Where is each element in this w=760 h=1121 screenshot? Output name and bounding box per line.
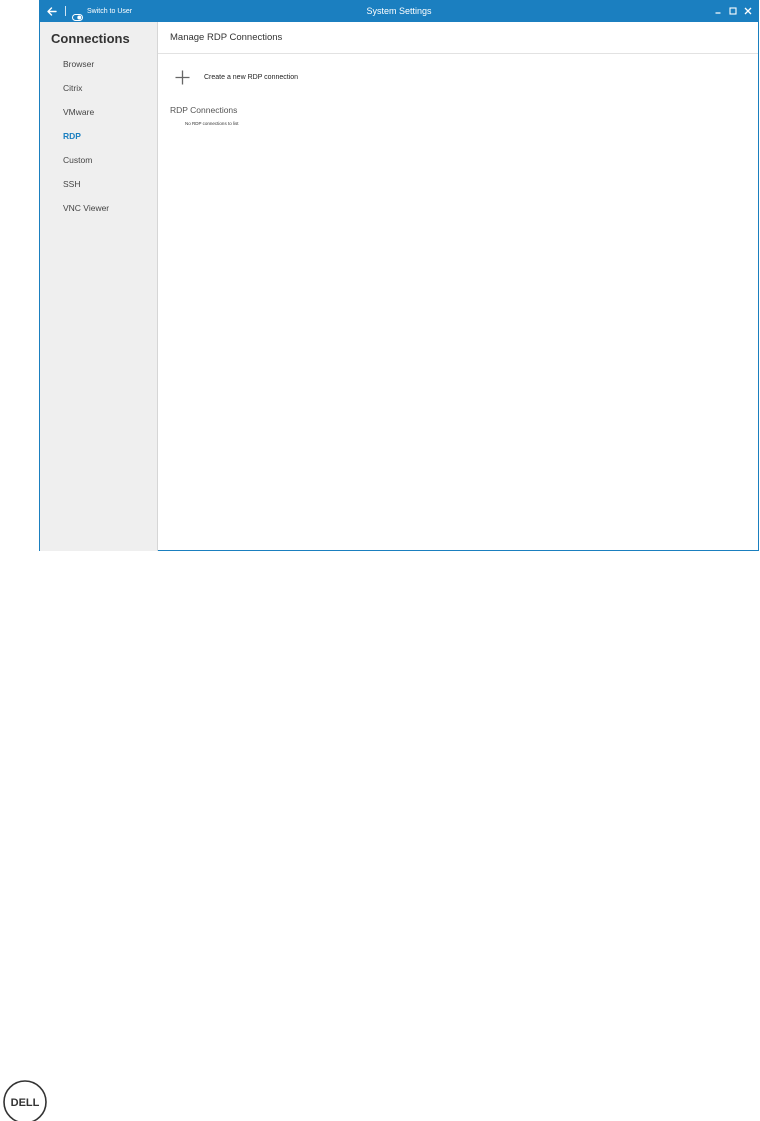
sidebar-title: Connections: [51, 31, 130, 46]
sidebar-item-citrix[interactable]: Citrix: [40, 81, 157, 105]
window-controls: [713, 0, 752, 22]
create-rdp-connection-label: Create a new RDP connection: [204, 74, 299, 81]
sidebar-item-browser[interactable]: Browser: [40, 57, 157, 81]
switch-to-user-button[interactable]: Switch to User: [72, 7, 133, 21]
page-title: Manage RDP Connections: [170, 32, 283, 43]
sidebar: Connections Browser Citrix VMware RDP Cu…: [40, 22, 158, 551]
sidebar-item-vmware[interactable]: VMware: [40, 105, 157, 129]
create-rdp-connection-button[interactable]: Create a new RDP connection: [175, 70, 298, 85]
main-header: Manage RDP Connections: [158, 22, 758, 54]
dell-logo: DELL: [2, 1079, 48, 1121]
sidebar-nav: Browser Citrix VMware RDP Custom SSH VNC…: [40, 57, 157, 225]
sidebar-item-custom[interactable]: Custom: [40, 153, 157, 177]
empty-list-message: No RDP connections to list: [185, 121, 239, 126]
main-panel: Manage RDP Connections Create a new RDP …: [158, 22, 758, 550]
sidebar-item-rdp[interactable]: RDP: [40, 129, 157, 153]
sidebar-item-vnc-viewer[interactable]: VNC Viewer: [40, 201, 157, 225]
plus-icon: [175, 70, 190, 85]
close-icon[interactable]: [743, 7, 752, 16]
system-settings-window: Switch to User System Settings Connectio…: [39, 0, 759, 551]
sidebar-item-ssh[interactable]: SSH: [40, 177, 157, 201]
page: Switch to User System Settings Connectio…: [0, 0, 760, 1121]
title-bar: Switch to User System Settings: [40, 0, 758, 22]
switch-to-user-label: Switch to User: [87, 7, 133, 15]
maximize-icon[interactable]: [728, 7, 737, 16]
arrow-left-icon[interactable]: [45, 4, 59, 18]
rdp-connections-heading: RDP Connections: [170, 105, 238, 115]
svg-text:DELL: DELL: [11, 1097, 40, 1109]
title-bar-divider: [65, 6, 66, 16]
title-bar-left: Switch to User: [45, 0, 132, 22]
minimize-icon[interactable]: [713, 7, 722, 16]
window-title: System Settings: [366, 6, 432, 16]
toggle-icon: [72, 8, 83, 21]
